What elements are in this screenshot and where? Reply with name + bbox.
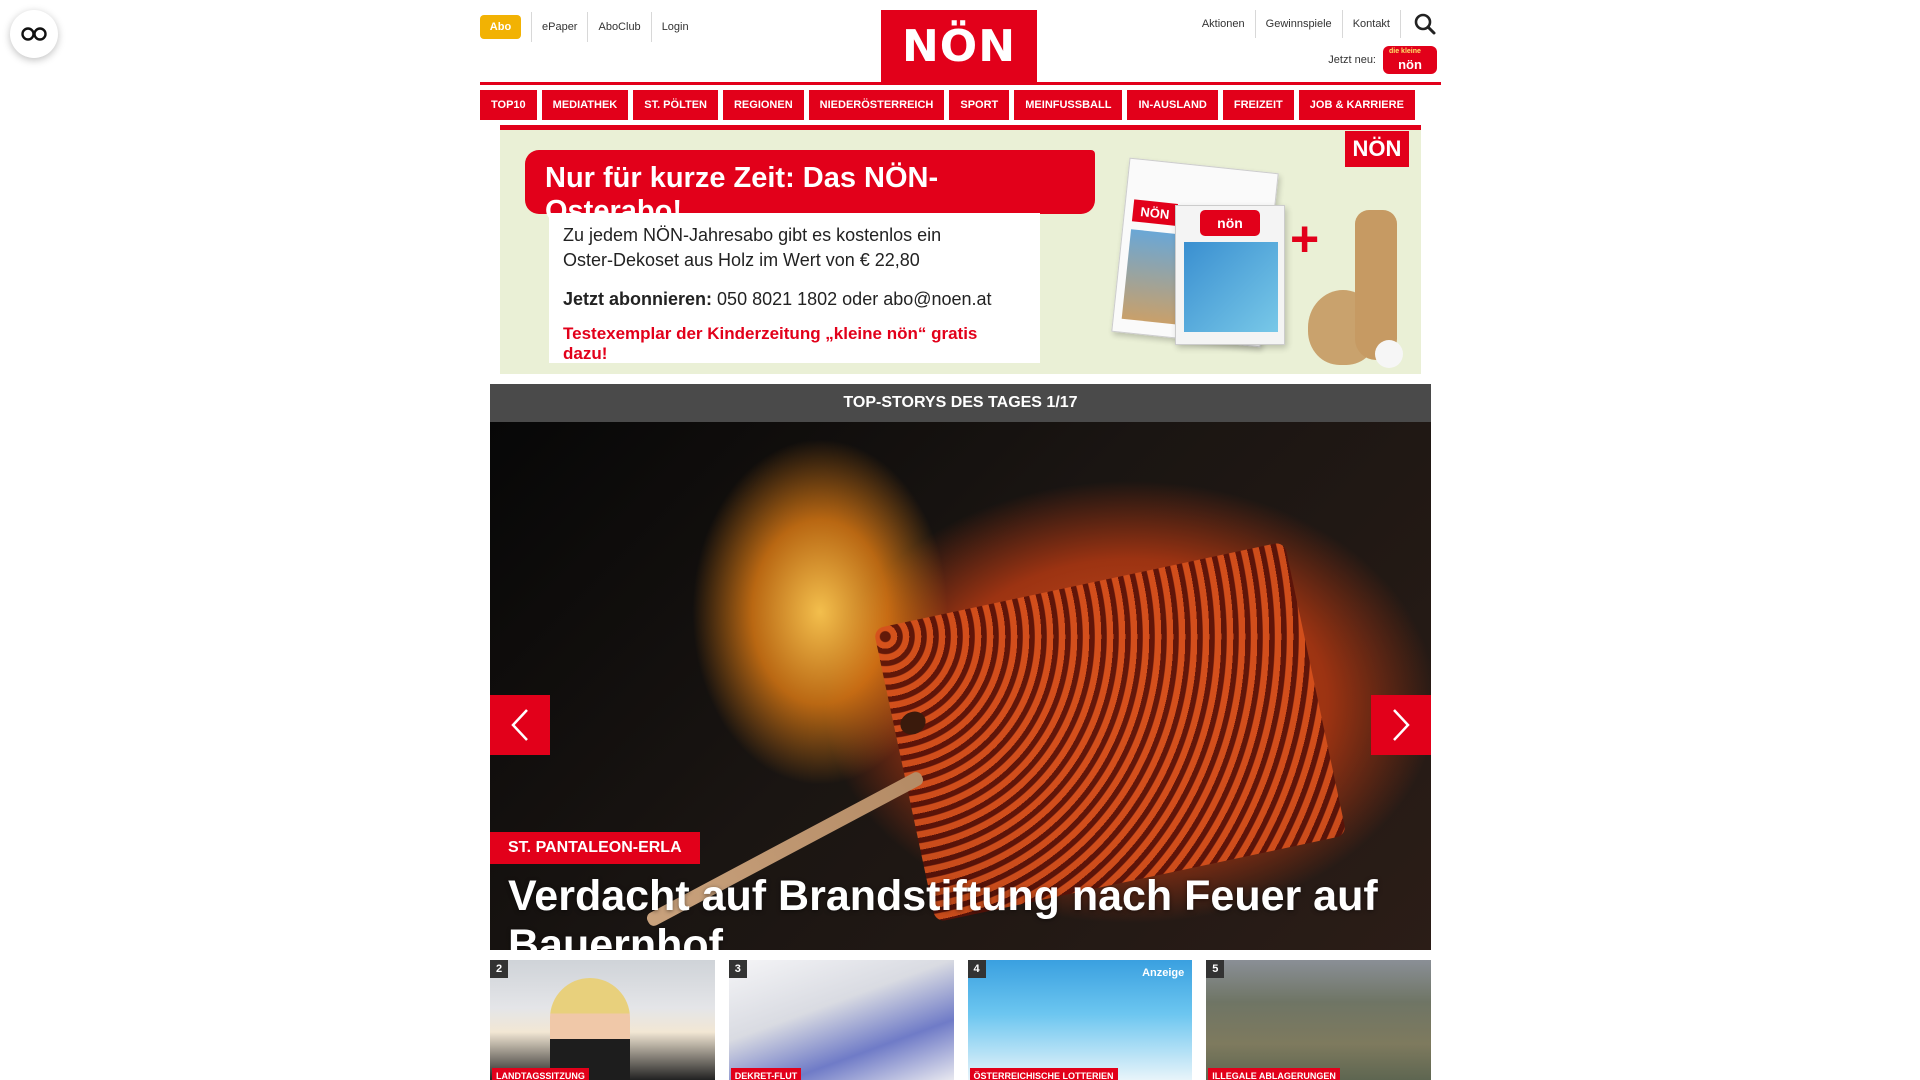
teaser-anzeige-label: Anzeige <box>1142 967 1185 979</box>
teaser-number: 4 <box>967 960 986 978</box>
carousel-prev-button[interactable] <box>490 695 550 755</box>
ad-content-box: Zu jedem NÖN-Jahresabo gibt es kostenlos… <box>549 213 1040 363</box>
teaser-tag: ILLEGALE ABLAGERUNGEN <box>1208 1068 1340 1080</box>
abo-button[interactable]: Abo <box>480 15 521 39</box>
top-story-image[interactable]: ST. PANTALEON-ERLA Verdacht auf Brandsti… <box>490 422 1431 950</box>
kleine-logo-text: nön <box>1398 57 1422 72</box>
jetzt-neu-label: Jetzt neu: <box>1328 54 1376 66</box>
site-header: Abo ePaper AboClub Login NÖN Aktionen Ge… <box>480 0 1441 82</box>
teaser-tag: DEKRET-FLUT <box>730 1068 802 1080</box>
aboclub-link[interactable]: AboClub <box>587 12 650 42</box>
gewinnspiele-link[interactable]: Gewinnspiele <box>1256 10 1343 38</box>
nav-item-top10[interactable]: TOP10 <box>480 90 537 120</box>
search-icon[interactable] <box>1413 12 1437 36</box>
ad-kinderzeitung-note: Testexemplar der Kinderzeitung „kleine n… <box>563 324 978 363</box>
ad-headline: Nur für kurze Zeit: Das NÖN-Osterabo! <box>525 150 1095 227</box>
ad-contact-label: Jetzt abonnieren: <box>563 289 713 309</box>
ad-plus-sign: + <box>1290 211 1320 267</box>
nav-item-sport[interactable]: SPORT <box>949 90 1010 120</box>
nav-item-meinfussball[interactable]: MEINFUSSBALL <box>1014 90 1123 120</box>
nav-item-freizeit[interactable]: FREIZEIT <box>1222 90 1294 120</box>
teaser-card[interactable]: 2 LANDTAGSSITZUNG <box>490 960 715 1080</box>
login-link[interactable]: Login <box>650 12 699 42</box>
ad-contact-line: Jetzt abonnieren: 050 8021 1802 oder abo… <box>563 289 1026 310</box>
header-divider <box>480 82 1441 85</box>
teaser-card[interactable]: 4 Anzeige ÖSTERREICHISCHE LOTTERIEN <box>967 960 1193 1080</box>
page-container: Abo ePaper AboClub Login NÖN Aktionen Ge… <box>480 0 1441 1080</box>
ad-noen-logo: NÖN <box>1345 131 1409 167</box>
nav-item-in-ausland[interactable]: IN-AUSLAND <box>1127 90 1218 120</box>
ad-newspaper-logo: NÖN <box>1131 199 1178 226</box>
teaser-number: 3 <box>728 960 747 978</box>
osterabo-ad-banner[interactable]: Nur für kurze Zeit: Das NÖN-Osterabo! Zu… <box>500 125 1421 374</box>
ad-contact-value: 050 8021 1802 oder abo@noen.at <box>717 289 992 309</box>
nav-item-regionen[interactable]: REGIONEN <box>722 90 804 120</box>
epaper-link[interactable]: ePaper <box>531 12 587 42</box>
teaser-card[interactable]: 5 ILLEGALE ABLAGERUNGEN <box>1206 960 1431 1080</box>
chevron-left-icon <box>511 709 528 741</box>
ad-body-text: Zu jedem NÖN-Jahresabo gibt es kostenlos… <box>563 225 942 270</box>
nav-item-niederoesterreich[interactable]: NIEDERÖSTERREICH <box>808 90 945 120</box>
ad-bunny-tail <box>1375 340 1403 368</box>
teaser-card[interactable]: 3 DEKRET-FLUT <box>728 960 954 1080</box>
nav-item-job-karriere[interactable]: JOB & KARRIERE <box>1298 90 1415 120</box>
ad-kids-newspaper-image: nön <box>1175 205 1285 345</box>
teaser-number: 5 <box>1206 960 1225 978</box>
top-story-carousel: TOP-STORYS DES TAGES 1/17 ST. PANTALEON-… <box>490 384 1431 950</box>
reader-mode-button[interactable] <box>10 10 58 58</box>
nav-item-mediathek[interactable]: MEDIATHEK <box>541 90 629 120</box>
kleine-noen-logo[interactable]: die kleine nön <box>1383 46 1437 74</box>
ad-kids-photo <box>1184 242 1278 332</box>
top-story-category-tag[interactable]: ST. PANTALEON-ERLA <box>490 832 700 864</box>
ad-top-stripe <box>500 125 1421 130</box>
teaser-tag: LANDTAGSSITZUNG <box>492 1068 589 1080</box>
chevron-right-icon <box>1393 709 1410 741</box>
teaser-number: 2 <box>490 960 508 978</box>
story-teaser-row: 2 LANDTAGSSITZUNG 3 DEKRET-FLUT 4 Anzeig… <box>490 960 1431 1080</box>
glasses-icon <box>21 27 47 41</box>
logo-text: NÖN <box>901 20 1017 72</box>
carousel-next-button[interactable] <box>1371 695 1431 755</box>
aktionen-link[interactable]: Aktionen <box>1192 10 1256 38</box>
main-navigation: TOP10 MEDIATHEK ST. PÖLTEN REGIONEN NIED… <box>480 90 1441 120</box>
top-links-right: Aktionen Gewinnspiele Kontakt <box>1192 10 1401 38</box>
kontakt-link[interactable]: Kontakt <box>1343 10 1401 38</box>
top-story-title[interactable]: Verdacht auf Brandstiftung nach Feuer au… <box>508 872 1428 950</box>
teaser-tag: ÖSTERREICHISCHE LOTTERIEN <box>969 1068 1118 1080</box>
site-logo[interactable]: NÖN <box>881 10 1037 82</box>
ad-kids-logo: nön <box>1200 210 1260 236</box>
kleine-logo-top: die kleine <box>1389 48 1421 55</box>
ad-wooden-bunny-image <box>1355 210 1397 360</box>
matchbox-image <box>873 541 1347 923</box>
nav-item-st-poelten[interactable]: ST. PÖLTEN <box>633 90 718 120</box>
teaser-photo-person <box>550 978 630 1080</box>
top-links-left: ePaper AboClub Login <box>531 12 699 42</box>
top-story-header: TOP-STORYS DES TAGES 1/17 <box>490 384 1431 422</box>
